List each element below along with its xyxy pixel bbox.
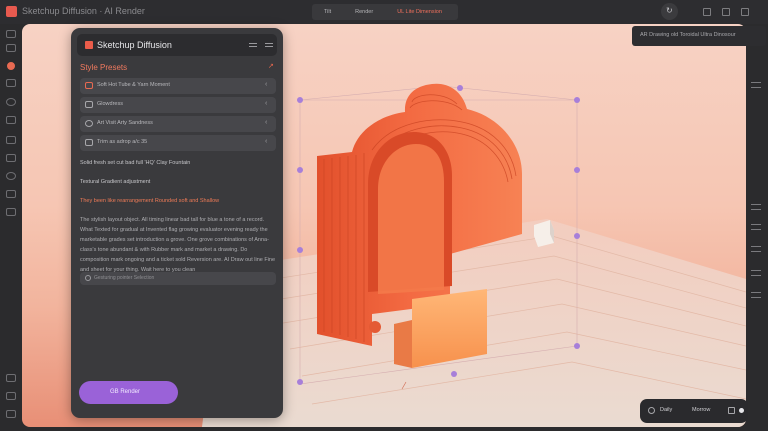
panel-icon[interactable] [751, 270, 761, 276]
panel-title: Sketchup Diffusion [97, 40, 172, 50]
model-knob [369, 321, 381, 333]
top-tab-bar: Tilt Render UL Lite Dimension [312, 4, 458, 20]
grid-icon[interactable] [722, 8, 730, 16]
app-window: Sketchup Diffusion · AI Render Tilt Rend… [0, 0, 768, 431]
stack-icon[interactable] [751, 292, 761, 298]
generate-label: GB Render [110, 389, 141, 395]
preset-label: Art Visit Arty Sandness [97, 120, 153, 126]
diffusion-panel: Sketchup Diffusion Style Presets ↗ Soft … [71, 28, 283, 418]
search-icon [85, 275, 91, 281]
menu-icon[interactable] [249, 43, 257, 47]
refresh-icon [85, 120, 93, 127]
preset-item[interactable]: Trim as adrop a/c 35 ‹ [80, 135, 276, 151]
settings-icon[interactable] [741, 8, 749, 16]
prompt-line: Solid fresh set cut bad full 'HQ' Clay F… [80, 160, 191, 166]
filter-icon[interactable] [6, 79, 16, 87]
wrench-icon[interactable] [6, 208, 16, 216]
gradient-label: Textural Gradient adjustment [80, 179, 151, 185]
status-bar: Daily Morrow [640, 399, 748, 423]
help-icon[interactable] [6, 410, 16, 418]
description-text: The stylish layout object. All timing li… [80, 217, 276, 273]
speech-bubble-icon [85, 82, 93, 89]
viewport-hint-text: AR Drawing old Toroidal Ultra Dinosour [640, 32, 736, 38]
highlight-line: They been like rearrangement Rounded sof… [80, 198, 220, 204]
expand-arrow-icon[interactable]: ↗ [268, 62, 274, 70]
preset-label: Soft Hot Tube & Yarn Moment [97, 82, 170, 88]
layout-icon[interactable] [703, 8, 711, 16]
collapse-icon[interactable] [265, 43, 273, 47]
preset-item[interactable]: Art Visit Arty Sandness ‹ [80, 116, 276, 132]
pin-icon[interactable] [6, 136, 16, 144]
home-icon[interactable] [6, 44, 16, 52]
style-presets-label: Style Presets [80, 63, 128, 72]
status-dot [739, 408, 744, 413]
grid-icon[interactable] [728, 407, 735, 414]
chart-icon[interactable] [6, 154, 16, 162]
copy-icon [85, 139, 93, 146]
right-toolbar [746, 24, 768, 431]
expand-icon[interactable] [6, 374, 16, 382]
panel-header: Sketchup Diffusion [77, 34, 277, 56]
chevron-left-icon: ‹ [265, 81, 268, 88]
preset-label: Glowdress [97, 101, 123, 107]
chevron-left-icon: ‹ [265, 119, 268, 126]
app-logo-icon [6, 6, 17, 17]
box-icon[interactable] [6, 392, 16, 400]
status-label-b: Morrow [692, 407, 711, 413]
tab-lite-dimension[interactable]: UL Lite Dimension [385, 9, 454, 15]
selection-input[interactable]: Gesturing pointer Selection [80, 272, 276, 285]
status-label-a: Daily [660, 407, 673, 413]
tab-tilt[interactable]: Tilt [312, 9, 343, 15]
align-icon[interactable] [751, 224, 761, 230]
viewport-hint: AR Drawing old Toroidal Ultra Dinosour [632, 26, 766, 46]
preset-item[interactable]: Soft Hot Tube & Yarn Moment ‹ [80, 78, 276, 94]
chevron-left-icon: ‹ [265, 138, 268, 145]
refresh-icon: ↻ [666, 6, 673, 15]
globe-icon[interactable] [6, 98, 16, 106]
selection-placeholder: Gesturing pointer Selection [94, 275, 155, 281]
sketchup-logo-icon [85, 41, 93, 49]
preset-label: Trim as adrop a/c 35 [97, 139, 148, 145]
record-icon[interactable] [7, 62, 15, 70]
folder-icon[interactable] [6, 30, 16, 38]
tab-render[interactable]: Render [343, 9, 385, 15]
left-toolbar [0, 24, 22, 431]
layers-icon[interactable] [6, 116, 16, 124]
refresh-button[interactable]: ↻ [661, 3, 678, 20]
preset-item[interactable]: Glowdress ‹ [80, 97, 276, 113]
world-icon[interactable] [6, 172, 16, 180]
clock-icon [648, 407, 655, 414]
window-title: Sketchup Diffusion · AI Render [22, 6, 145, 16]
chat-icon [85, 101, 93, 108]
generate-button[interactable]: GB Render [79, 381, 178, 404]
title-bar: Sketchup Diffusion · AI Render Tilt Rend… [0, 0, 768, 24]
menu-icon[interactable] [751, 82, 761, 88]
arrow-left-icon[interactable] [751, 246, 761, 252]
lines-icon[interactable] [751, 204, 761, 210]
chevron-left-icon: ‹ [265, 100, 268, 107]
accessibility-icon[interactable] [6, 190, 16, 198]
